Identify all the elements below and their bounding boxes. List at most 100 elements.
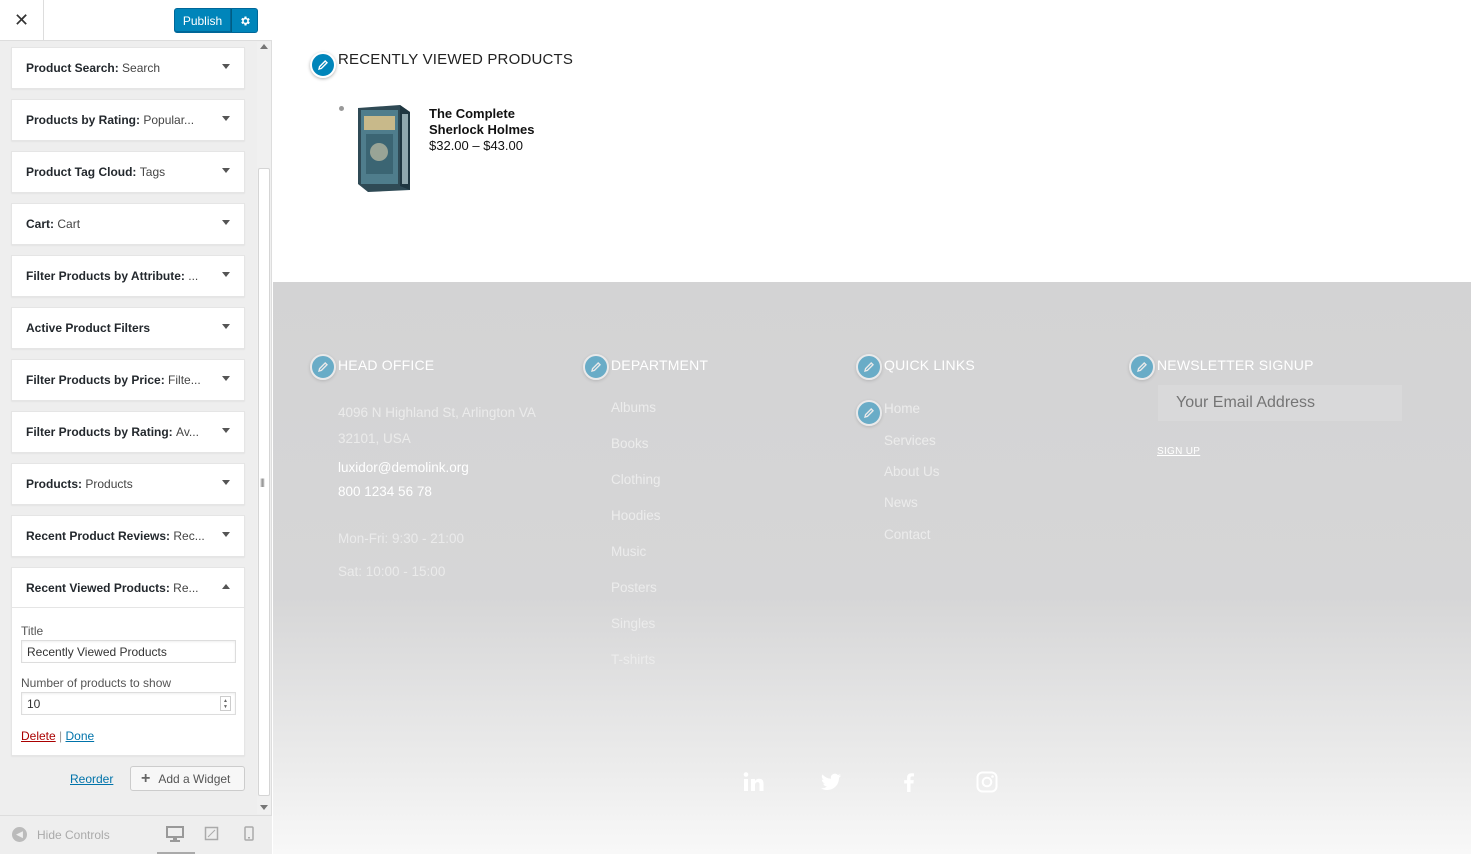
- edit-shortcut-pencil-icon[interactable]: [310, 52, 336, 78]
- triangle-down-icon[interactable]: [222, 376, 230, 381]
- department-link[interactable]: Albums: [611, 400, 656, 415]
- product-thumbnail[interactable]: [356, 104, 413, 192]
- done-link[interactable]: Done: [66, 729, 95, 743]
- widget-header[interactable]: Product Search: Search: [12, 48, 244, 88]
- signup-button[interactable]: SIGN UP: [1157, 446, 1200, 457]
- triangle-down-icon[interactable]: [222, 220, 230, 225]
- widget-title: Re...: [173, 580, 199, 595]
- widget-header[interactable]: Filter Products by Price: Filte...: [12, 360, 244, 400]
- edit-shortcut-pencil-icon[interactable]: [856, 354, 882, 380]
- arrow-left-circle-icon: ◀: [12, 827, 27, 842]
- hours-weekday: Mon-Fri: 9:30 - 21:00: [338, 531, 465, 546]
- widget-name: Recent Viewed Products:: [26, 580, 170, 595]
- quick-link[interactable]: About Us: [884, 464, 940, 479]
- quick-link[interactable]: Services: [884, 433, 936, 448]
- triangle-down-icon[interactable]: [222, 272, 230, 277]
- widget-header[interactable]: Products: Products: [12, 464, 244, 504]
- widget-active-product-filters: Active Product Filters: [11, 307, 245, 349]
- linkedin-icon[interactable]: [742, 770, 766, 794]
- widget-header[interactable]: Filter Products by Attribute: ...: [12, 256, 244, 296]
- instagram-icon[interactable]: [975, 770, 999, 794]
- triangle-down-icon[interactable]: [222, 428, 230, 433]
- product-name-link[interactable]: The Complete Sherlock Holmes: [429, 106, 559, 138]
- widget-title: ...: [188, 269, 199, 283]
- department-link[interactable]: Singles: [611, 616, 655, 631]
- edit-shortcut-pencil-icon[interactable]: [856, 400, 882, 426]
- widget-filter-by-rating: Filter Products by Rating: Av...: [11, 411, 245, 453]
- separator: |: [59, 729, 63, 743]
- widget-form: Title Number of products to show ▲▼ Dele…: [12, 608, 244, 755]
- reorder-link[interactable]: Reorder: [70, 772, 113, 786]
- scroll-up-icon[interactable]: [260, 44, 268, 49]
- sidebar-header: ✕ Publish: [0, 0, 272, 41]
- address-line-2: 32101, USA: [338, 431, 411, 446]
- facebook-icon[interactable]: [897, 770, 921, 794]
- widget-header[interactable]: Products by Rating: Popular...: [12, 100, 244, 140]
- triangle-down-icon[interactable]: [222, 324, 230, 329]
- widget-title: Search: [122, 61, 161, 75]
- tablet-icon[interactable]: [204, 826, 224, 844]
- sidebar-footer: ◀ Hide Controls: [0, 815, 272, 854]
- email-link[interactable]: luxidor@demolink.org: [338, 460, 469, 475]
- head-office-heading: HEAD OFFICE: [338, 357, 435, 373]
- edit-shortcut-pencil-icon[interactable]: [310, 354, 336, 380]
- publish-button[interactable]: Publish: [174, 8, 231, 33]
- triangle-down-icon[interactable]: [222, 116, 230, 121]
- resize-handle-icon[interactable]: |||: [260, 477, 265, 487]
- twitter-icon[interactable]: [819, 770, 843, 794]
- phone-link[interactable]: 800 1234 56 78: [338, 484, 432, 499]
- quick-link[interactable]: Home: [884, 401, 920, 416]
- mobile-icon[interactable]: [243, 826, 263, 844]
- count-input[interactable]: [21, 692, 236, 715]
- widget-actions-row: Reorder + Add a Widget: [11, 766, 245, 791]
- widget-name: Product Tag Cloud:: [26, 165, 137, 179]
- quick-link[interactable]: News: [884, 495, 918, 510]
- department-link[interactable]: T-shirts: [611, 652, 655, 667]
- widget-recent-viewed-products: Recent Viewed Products: Re... Title Numb…: [11, 567, 245, 756]
- widget-name: Recent Product Reviews:: [26, 529, 171, 543]
- hide-controls-button[interactable]: ◀ Hide Controls: [12, 827, 110, 842]
- sidebar-scrollbar[interactable]: [257, 42, 271, 814]
- department-link[interactable]: Posters: [611, 580, 657, 595]
- product-price: $32.00 – $43.00: [429, 138, 523, 153]
- widget-header[interactable]: Recent Product Reviews: Rec...: [12, 516, 244, 556]
- edit-shortcut-pencil-icon[interactable]: [1129, 354, 1155, 380]
- newsletter-email-input[interactable]: [1157, 384, 1403, 422]
- department-link[interactable]: Books: [611, 436, 649, 451]
- spinner-arrows-icon[interactable]: ▲ ▼: [220, 696, 231, 711]
- department-link[interactable]: Clothing: [611, 472, 661, 487]
- quick-link[interactable]: Contact: [884, 527, 931, 542]
- department-link[interactable]: Music: [611, 544, 646, 559]
- count-label: Number of products to show: [21, 676, 172, 690]
- triangle-down-icon[interactable]: [222, 532, 230, 537]
- edit-shortcut-pencil-icon[interactable]: [583, 354, 609, 380]
- triangle-up-icon[interactable]: [222, 584, 230, 589]
- widget-product-search: Product Search: Search: [11, 47, 245, 89]
- title-input[interactable]: [21, 640, 236, 663]
- widget-title: Rec...: [173, 529, 205, 543]
- triangle-down-icon[interactable]: [222, 64, 230, 69]
- recently-viewed-heading: RECENTLY VIEWED PRODUCTS: [338, 51, 574, 68]
- close-icon[interactable]: ✕: [0, 0, 44, 41]
- hide-controls-label: Hide Controls: [37, 827, 110, 842]
- widget-header[interactable]: Product Tag Cloud: Tags: [12, 152, 244, 192]
- widget-name: Filter Products by Rating:: [26, 425, 173, 439]
- publish-button-group: Publish: [174, 8, 258, 33]
- desktop-icon[interactable]: [166, 826, 186, 844]
- widget-header[interactable]: Filter Products by Rating: Av...: [12, 412, 244, 452]
- widget-header[interactable]: Cart: Cart: [12, 204, 244, 244]
- widget-header[interactable]: Active Product Filters: [12, 308, 244, 348]
- add-widget-button[interactable]: + Add a Widget: [130, 766, 245, 791]
- triangle-down-icon[interactable]: [222, 168, 230, 173]
- add-widget-label: Add a Widget: [158, 771, 231, 786]
- scroll-down-icon[interactable]: [260, 805, 268, 810]
- widget-header[interactable]: Recent Viewed Products: Re...: [12, 568, 244, 608]
- widget-name: Active Product Filters: [26, 321, 151, 335]
- gear-icon[interactable]: [231, 8, 258, 33]
- delete-link[interactable]: Delete: [21, 729, 56, 743]
- department-link[interactable]: Hoodies: [611, 508, 661, 523]
- triangle-down-icon[interactable]: [222, 480, 230, 485]
- widget-products: Products: Products: [11, 463, 245, 505]
- site-preview: RECENTLY VIEWED PRODUCTS The Complete Sh…: [273, 0, 1471, 854]
- widget-title: Popular...: [143, 113, 195, 127]
